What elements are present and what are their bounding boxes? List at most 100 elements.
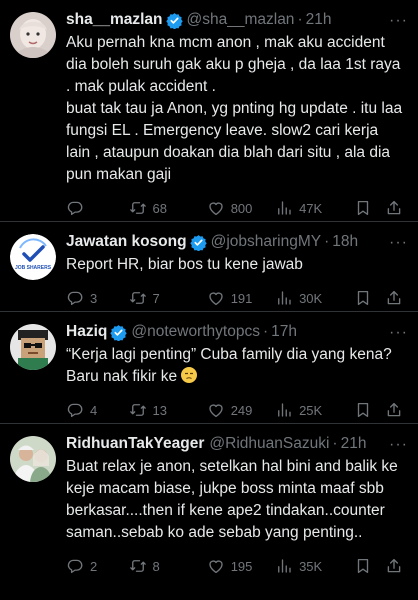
views-icon	[275, 557, 293, 575]
bookmark-button[interactable]	[343, 401, 382, 419]
like-button[interactable]: 195	[207, 557, 275, 575]
reply-button[interactable]: 4	[66, 401, 129, 419]
like-count: 195	[230, 558, 253, 574]
view-count: 47K	[299, 200, 323, 216]
tweet[interactable]: sha__mazlan @sha__mazlan · 21h ··· Aku p…	[0, 0, 418, 222]
avatar[interactable]	[10, 324, 56, 370]
like-count: 800	[230, 200, 253, 216]
like-icon	[207, 557, 225, 575]
share-icon	[385, 401, 403, 419]
reply-icon	[66, 289, 84, 307]
avatar[interactable]	[10, 436, 56, 482]
bookmark-icon	[354, 289, 372, 307]
timestamp[interactable]: 18h	[332, 232, 358, 252]
reply-count: 4	[90, 402, 98, 418]
more-icon[interactable]: ···	[389, 436, 408, 454]
timestamp[interactable]: 21h	[341, 434, 367, 454]
avatar[interactable]: JOB SHARERS	[10, 234, 56, 280]
reply-icon	[66, 401, 84, 419]
display-name[interactable]: Haziq	[66, 322, 107, 342]
reply-count: 3	[90, 290, 98, 306]
views-icon	[275, 289, 293, 307]
share-icon	[385, 557, 403, 575]
like-button[interactable]: 191	[207, 289, 275, 307]
retweet-button[interactable]: 7	[129, 289, 207, 307]
like-count: 191	[230, 290, 253, 306]
avatar[interactable]	[10, 12, 56, 58]
display-name[interactable]: sha__mazlan	[66, 10, 163, 30]
reply-button[interactable]	[66, 199, 129, 217]
retweet-count: 13	[152, 402, 167, 418]
bookmark-icon	[354, 557, 372, 575]
bookmark-button[interactable]	[343, 199, 382, 217]
username[interactable]: @noteworthytopcs	[131, 322, 260, 342]
views-button[interactable]: 35K	[275, 557, 343, 575]
username[interactable]: @RidhuanSazuki	[209, 434, 329, 454]
tweet-actions: 4 13 249 25K	[66, 392, 406, 428]
reply-button[interactable]: 3	[66, 289, 129, 307]
separator-dot: ·	[324, 233, 330, 250]
views-button[interactable]: 30K	[275, 289, 343, 307]
tweet-actions: 68 800 47K	[66, 190, 406, 226]
like-count: 249	[230, 402, 253, 418]
username[interactable]: @jobsharingMY	[211, 232, 322, 252]
share-icon	[385, 289, 403, 307]
share-button[interactable]	[383, 289, 406, 307]
share-button[interactable]	[383, 199, 406, 217]
verified-badge-icon	[110, 324, 127, 341]
username[interactable]: @sha__mazlan	[187, 10, 295, 30]
tweet-text-container: “Kerja lagi penting” Cuba family dia yan…	[66, 344, 406, 388]
separator-dot: ·	[297, 11, 303, 28]
retweet-button[interactable]: 8	[129, 557, 207, 575]
like-button[interactable]: 249	[207, 401, 275, 419]
bookmark-icon	[354, 199, 372, 217]
verified-badge-icon	[166, 12, 183, 29]
more-icon[interactable]: ···	[389, 12, 408, 30]
views-button[interactable]: 47K	[275, 199, 343, 217]
share-icon	[385, 199, 403, 217]
view-count: 35K	[299, 558, 323, 574]
more-icon[interactable]: ···	[389, 234, 408, 252]
tweet-actions: 3 7 191 30K	[66, 280, 406, 316]
reply-icon	[66, 199, 84, 217]
bookmark-button[interactable]	[343, 557, 382, 575]
display-name[interactable]: RidhuanTakYeager	[66, 434, 204, 454]
tweet-actions: 2 8 195 35K	[66, 548, 406, 584]
like-icon	[207, 289, 225, 307]
retweet-icon	[129, 557, 147, 575]
like-icon	[207, 199, 225, 217]
tweet-text: Report HR, biar bos tu kene jawab	[66, 256, 303, 273]
retweet-count: 8	[152, 558, 160, 574]
tweet[interactable]: RidhuanTakYeager @RidhuanSazuki · 21h ··…	[0, 424, 418, 600]
tweet-text: Buat relax je anon, setelkan hal bini an…	[66, 458, 398, 541]
view-count: 25K	[299, 402, 323, 418]
tweet-text: “Kerja lagi penting” Cuba family dia yan…	[66, 346, 392, 385]
avatar-logo-text: JOB SHARERS	[15, 265, 52, 271]
retweet-icon	[129, 199, 147, 217]
like-icon	[207, 401, 225, 419]
retweet-count: 7	[152, 290, 160, 306]
tweet[interactable]: JOB SHARERS Jawatan kosong @jobsharingMY…	[0, 222, 418, 312]
reply-button[interactable]: 2	[66, 557, 129, 575]
views-button[interactable]: 25K	[275, 401, 343, 419]
views-icon	[275, 401, 293, 419]
timestamp[interactable]: 21h	[306, 10, 332, 30]
retweet-button[interactable]: 13	[129, 401, 207, 419]
bookmark-button[interactable]	[343, 289, 382, 307]
display-name[interactable]: Jawatan kosong	[66, 232, 187, 252]
like-button[interactable]: 800	[207, 199, 275, 217]
timestamp[interactable]: 17h	[271, 322, 297, 342]
share-button[interactable]	[383, 401, 406, 419]
retweet-icon	[129, 401, 147, 419]
retweet-button[interactable]: 68	[129, 199, 207, 217]
share-button[interactable]	[383, 557, 406, 575]
view-count: 30K	[299, 290, 323, 306]
bookmark-icon	[354, 401, 372, 419]
retweet-count: 68	[152, 200, 167, 216]
views-icon	[275, 199, 293, 217]
more-icon[interactable]: ···	[389, 324, 408, 342]
separator-dot: ·	[332, 435, 338, 452]
reply-icon	[66, 557, 84, 575]
tweet[interactable]: Haziq @noteworthytopcs · 17h ··· “Kerja …	[0, 312, 418, 424]
reply-count: 2	[90, 558, 98, 574]
